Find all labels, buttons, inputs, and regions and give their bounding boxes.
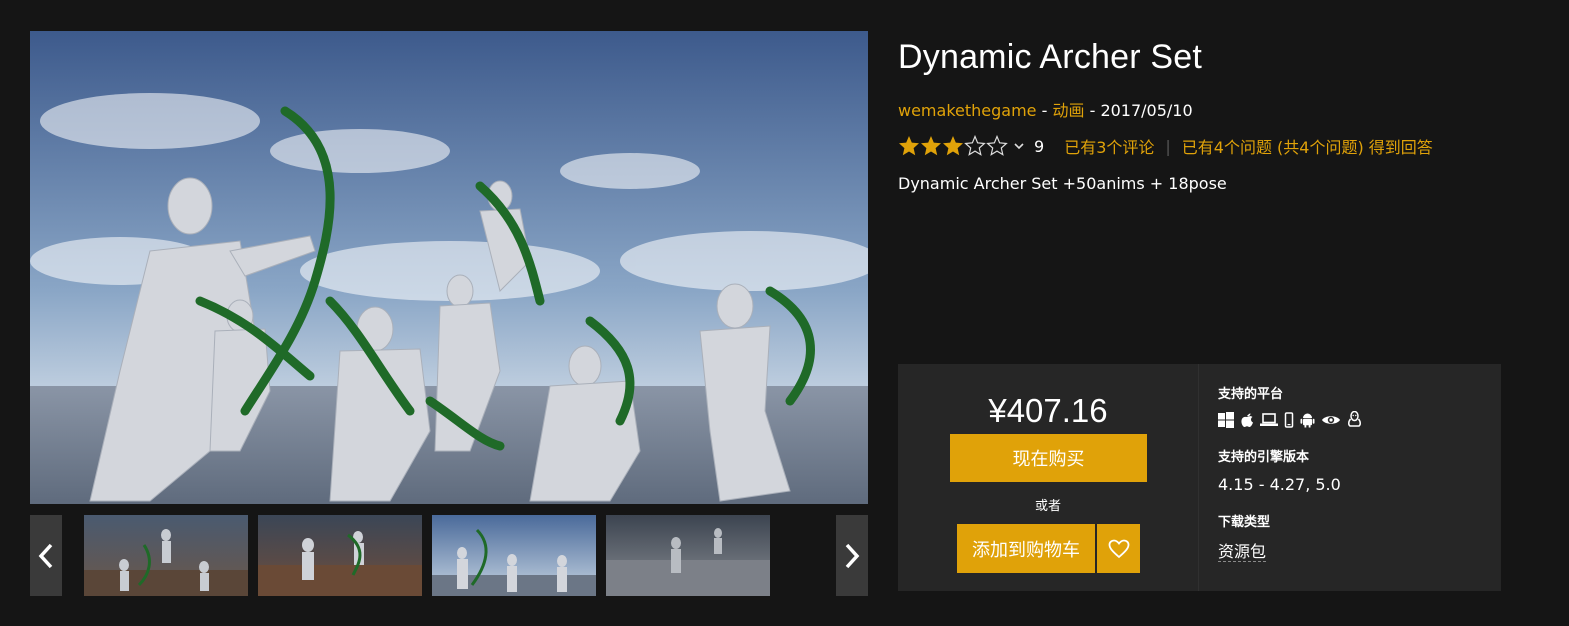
price: ¥407.16 — [988, 392, 1108, 429]
engine-versions-label: 支持的引擎版本 — [1218, 450, 1310, 465]
platforms-label: 支持的平台 — [1218, 387, 1284, 402]
star-rating[interactable] — [898, 135, 1008, 157]
thumbnail-2[interactable] — [258, 515, 422, 596]
wishlist-button[interactable] — [1097, 524, 1140, 573]
rating-count: 9 — [1034, 136, 1045, 156]
star-icon — [943, 136, 963, 156]
linux-icon — [1348, 411, 1361, 427]
download-type-link[interactable]: 资源包 — [1218, 542, 1267, 562]
star-icon — [921, 136, 941, 156]
release-date: 2017/05/10 — [1100, 101, 1193, 120]
platform-icons — [1218, 411, 1362, 428]
buy-now-button[interactable]: 现在购买 — [950, 434, 1147, 482]
add-to-cart-button[interactable]: 添加到购物车 — [957, 524, 1095, 573]
star-outline-icon — [986, 135, 1008, 156]
panel-divider — [1198, 364, 1199, 591]
laptop-icon — [1260, 412, 1278, 426]
seller-link[interactable]: wemakethegame — [898, 101, 1037, 120]
eye-icon — [1322, 415, 1340, 424]
mobile-icon — [1284, 411, 1294, 428]
divider: | — [1165, 136, 1171, 156]
apple-icon — [1241, 413, 1253, 427]
thumbnail-strip — [30, 515, 868, 596]
chevron-left-icon — [38, 543, 53, 568]
engine-versions: 4.15 - 4.27, 5.0 — [1218, 475, 1341, 494]
meta-separator: - — [1036, 101, 1053, 120]
star-outline-icon — [964, 135, 986, 156]
thumbnail-4[interactable] — [606, 515, 770, 596]
questions-link[interactable]: 已有4个问题 (共4个问题) 得到回答 — [1182, 134, 1433, 158]
chevron-down-icon[interactable] — [1014, 140, 1024, 153]
meta-separator: - — [1084, 101, 1101, 120]
download-type: 资源包 — [1218, 538, 1267, 562]
product-meta: wemakethegame - 动画 - 2017/05/10 — [898, 97, 1193, 121]
or-label: 或者 — [1034, 499, 1061, 514]
rating-row: 9 已有3个评论 | 已有4个问题 (共4个问题) 得到回答 — [898, 134, 1433, 158]
previous-button[interactable] — [30, 515, 62, 596]
thumbnail-1[interactable] — [84, 515, 248, 596]
next-button[interactable] — [836, 515, 868, 596]
heart-icon — [1108, 539, 1129, 558]
chevron-right-icon — [845, 543, 860, 568]
download-type-label: 下载类型 — [1218, 515, 1271, 530]
thumbnail-3[interactable] — [432, 515, 596, 596]
main-screenshot — [30, 31, 868, 504]
windows-icon — [1218, 411, 1234, 428]
product-title: Dynamic Archer Set — [898, 38, 1203, 76]
star-icon — [899, 136, 919, 156]
reviews-link[interactable]: 已有3个评论 — [1064, 134, 1154, 158]
short-description: Dynamic Archer Set +50anims + 18pose — [898, 174, 1227, 193]
purchase-panel: ¥407.16 现在购买 或者 添加到购物车 支持的平台 支持的引擎版本 4.1… — [898, 364, 1501, 591]
category-link[interactable]: 动画 — [1052, 101, 1084, 120]
android-icon — [1300, 413, 1315, 427]
